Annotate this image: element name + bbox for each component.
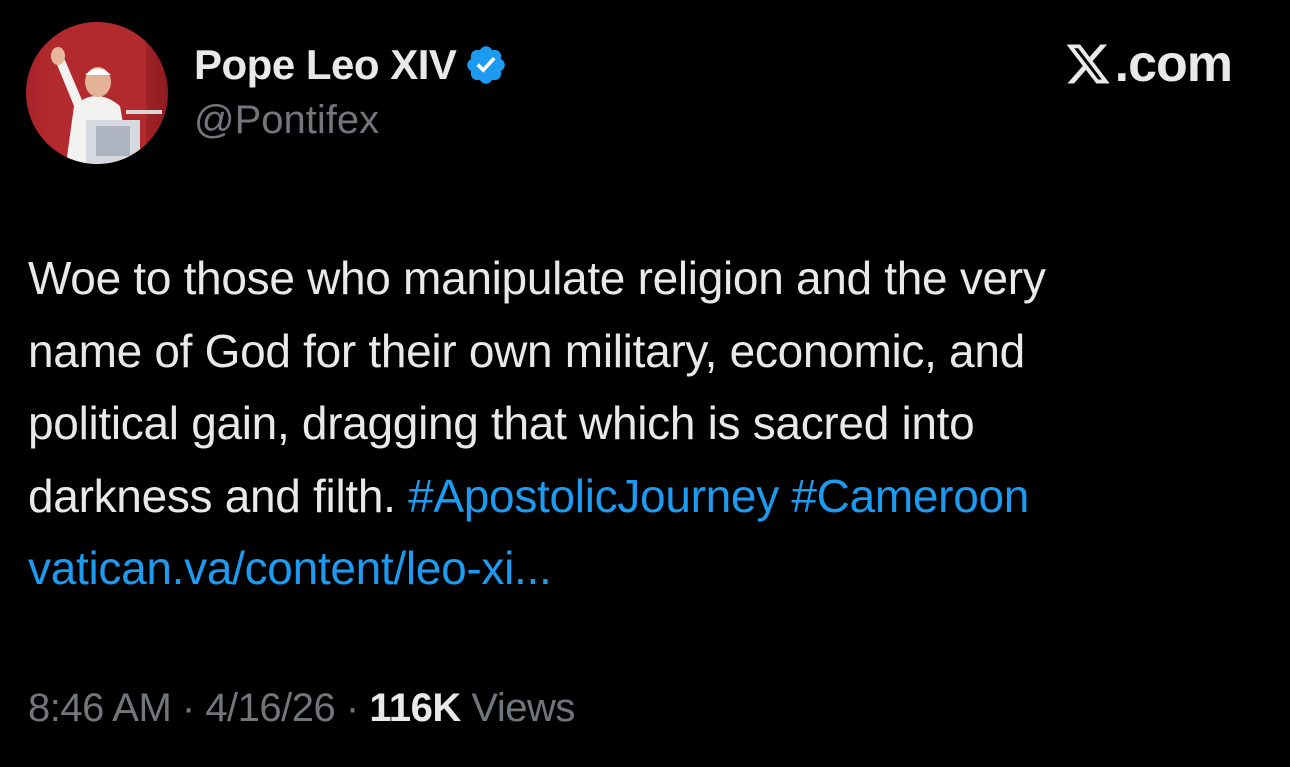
avatar[interactable] xyxy=(26,22,168,164)
hashtag-link[interactable]: #ApostolicJourney xyxy=(408,470,779,522)
tweet-time[interactable]: 8:46 AM xyxy=(28,686,172,730)
avatar-image xyxy=(26,22,168,164)
brand-domain-text: .com xyxy=(1114,35,1233,93)
tweet-card: Pope Leo XIV @Pontifex .com Woe to those… xyxy=(0,0,1290,767)
meta-separator: · xyxy=(335,686,370,730)
tweet-meta: 8:46 AM · 4/16/26 · 116K Views xyxy=(28,686,575,731)
author-handle[interactable]: @Pontifex xyxy=(194,98,379,143)
x-logo-icon xyxy=(1063,40,1113,88)
views-count[interactable]: 116K xyxy=(369,686,461,730)
tweet-text-line: darkness and filth. #ApostolicJourney #C… xyxy=(28,460,1268,533)
brand-watermark: .com xyxy=(1063,34,1233,94)
meta-separator: · xyxy=(171,686,206,730)
tweet-text: Woe to those who manipulate religion and… xyxy=(28,242,1268,605)
url-link[interactable]: vatican.va/content/leo-xi... xyxy=(28,542,552,594)
author-display-name[interactable]: Pope Leo XIV xyxy=(194,41,457,89)
views-label: Views xyxy=(460,686,575,730)
tweet-text-line: political gain, dragging that which is s… xyxy=(28,397,975,449)
verified-badge-icon xyxy=(464,43,508,87)
tweet-text-segment: darkness and filth. xyxy=(28,469,409,522)
hashtag-link[interactable]: #Cameroon xyxy=(791,470,1029,522)
tweet-text-line: name of God for their own military, econ… xyxy=(28,324,1025,377)
tweet-date[interactable]: 4/16/26 xyxy=(205,686,335,730)
tweet-text-line: vatican.va/content/leo-xi... xyxy=(28,532,1268,605)
author-name-row[interactable]: Pope Leo XIV xyxy=(194,38,508,92)
tweet-text-line: Woe to those who manipulate religion and… xyxy=(28,252,1046,304)
